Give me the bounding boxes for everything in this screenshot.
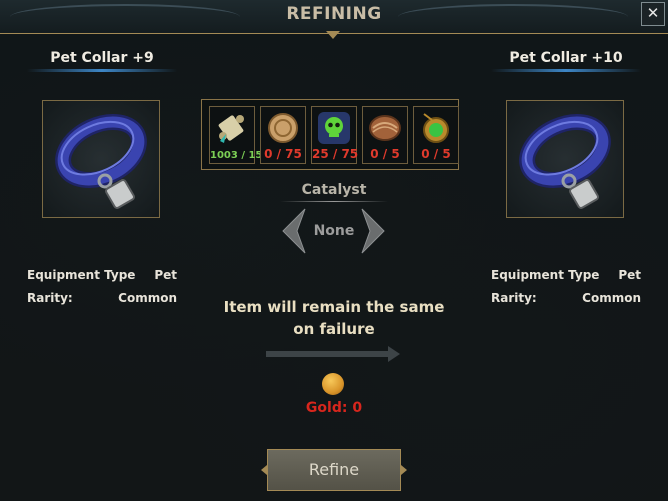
result-item-underline — [491, 69, 641, 72]
material-count: 0 / 5 — [421, 147, 451, 161]
pet-collar-icon — [519, 113, 611, 209]
catalyst-next-button[interactable] — [360, 207, 388, 255]
stat-label: Rarity: — [491, 291, 537, 305]
bronze-coin-icon — [268, 113, 298, 143]
catalyst-value: None — [313, 223, 355, 239]
material-count: 25 / 75 — [312, 147, 359, 161]
material-slot-skull[interactable]: 25 / 75 — [311, 106, 359, 164]
material-slot-amulet[interactable]: 0 / 5 — [413, 106, 459, 164]
refine-button-wing-right — [401, 465, 407, 475]
pet-collar-icon — [55, 113, 147, 209]
scroll-icon — [218, 115, 244, 143]
material-count: 0 / 5 — [370, 147, 400, 161]
stat-value: Pet — [618, 268, 641, 282]
stat-value: Pet — [154, 268, 177, 282]
material-slot-coin[interactable]: 0 / 75 — [260, 106, 306, 164]
close-button[interactable]: ✕ — [641, 2, 665, 26]
result-item-slot[interactable] — [506, 100, 624, 218]
material-slot-armor[interactable]: 0 / 5 — [362, 106, 408, 164]
skull-badge-icon — [318, 112, 350, 144]
catalyst-underline — [280, 201, 388, 202]
stat-label: Rarity: — [27, 291, 73, 305]
stat-value: Common — [582, 291, 641, 305]
refine-progress-arrow — [266, 346, 400, 362]
current-item-slot[interactable] — [42, 100, 160, 218]
result-item-name: Pet Collar +10 — [509, 50, 623, 66]
title-notch — [326, 31, 340, 39]
gold-coin-icon — [322, 373, 344, 395]
refining-window: REFINING ✕ Pet Collar +9 Equipment Type … — [0, 0, 668, 501]
materials-panel: 1003 / 15 0 / 75 25 / 75 0 / 5 0 / 5 — [201, 99, 459, 170]
catalyst-label: Catalyst — [301, 182, 367, 198]
material-count: 0 / 75 — [264, 147, 302, 161]
current-item-underline — [27, 69, 177, 72]
material-slot-scroll[interactable]: 1003 / 15 — [209, 106, 263, 164]
stat-label: Equipment Type — [27, 268, 136, 282]
current-item-name: Pet Collar +9 — [50, 50, 154, 66]
armor-plate-icon — [369, 115, 401, 141]
failure-message: Item will remain the same on failure — [223, 298, 445, 338]
gold-cost: Gold: 0 — [305, 400, 363, 416]
catalyst-prev-button[interactable] — [279, 207, 307, 255]
refine-button[interactable]: Refine — [267, 449, 401, 491]
material-count: 1003 / 15 — [210, 150, 263, 161]
title-bar: REFINING ✕ — [0, 0, 668, 34]
stat-label: Equipment Type — [491, 268, 600, 282]
stat-value: Common — [118, 291, 177, 305]
window-title: REFINING — [286, 4, 382, 24]
green-amulet-icon — [423, 113, 449, 143]
